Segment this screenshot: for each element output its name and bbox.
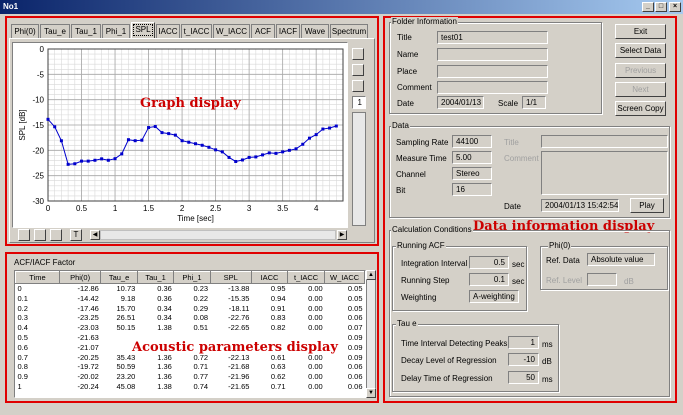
phi0-title: Phi(0) [548, 241, 572, 251]
running-step-field: 0.1 [469, 273, 509, 286]
delay-time-field: 50 [508, 371, 539, 384]
delay-time-unit: ms [542, 375, 553, 384]
folder-date-field: 2004/01/13 [437, 96, 484, 109]
data-title-field [541, 135, 668, 148]
scale-field: 1/1 [522, 96, 546, 109]
window-title: No1 [3, 2, 19, 11]
play-button[interactable]: Play [630, 198, 664, 213]
peaks-interval-unit: ms [542, 340, 553, 349]
screen-copy-button[interactable]: Screen Copy [615, 101, 666, 116]
folder-name-label: Name [397, 50, 419, 59]
bit-label: Bit [396, 186, 406, 195]
acoustic-parameters-frame [5, 252, 379, 403]
data-group-title: Data [391, 121, 410, 131]
measure-time-label: Measure Time [396, 154, 447, 163]
window-title-bar: No1 [0, 0, 683, 14]
folder-information-title: Folder Information [391, 17, 458, 27]
bit-field: 16 [452, 183, 492, 196]
acoustic-parameters-annotation: Acoustic parameters display [132, 340, 338, 355]
data-comment-label: Comment [504, 154, 539, 163]
running-acf-title: Running ACF [396, 241, 446, 251]
select-data-button[interactable]: Select Data [615, 43, 666, 58]
calculation-conditions-title: Calculation Conditions [391, 225, 473, 235]
data-date-field: 2004/01/13 15:42:54 [541, 199, 619, 212]
sampling-rate-field: 44100 [452, 135, 492, 148]
folder-title-field[interactable]: test01 [437, 31, 548, 44]
running-step-unit: sec [512, 277, 525, 286]
weighting-field: A-weighting [469, 290, 519, 303]
scale-label: Scale [498, 99, 519, 108]
graph-display-frame [5, 16, 379, 246]
folder-comment-field[interactable] [437, 81, 548, 94]
integration-unit: sec [512, 260, 525, 269]
folder-place-field[interactable] [437, 65, 548, 78]
delay-time-label: Delay Time of Regression [401, 374, 493, 383]
peaks-interval-field: 1 [508, 336, 539, 349]
ref-data-label: Ref. Data [546, 256, 580, 265]
data-title-label: Title [504, 138, 519, 147]
peaks-interval-label: Time Interval Detecting Peaks [401, 339, 508, 348]
next-button[interactable]: Next [615, 82, 666, 97]
folder-date-label: Date [397, 99, 414, 108]
graph-display-annotation: Graph display [140, 96, 241, 111]
decay-level-unit: dB [542, 357, 552, 366]
weighting-label: Weighting [401, 293, 437, 302]
integration-interval-field: 0.5 [469, 256, 509, 269]
ref-data-field: Absolute value [587, 253, 655, 266]
measure-time-field: 5.00 [452, 151, 492, 164]
decay-level-field: -10 [508, 353, 539, 366]
channel-label: Channel [396, 170, 426, 179]
folder-place-label: Place [397, 67, 418, 76]
maximize-icon[interactable]: □ [655, 2, 667, 12]
previous-button[interactable]: Previous [615, 63, 666, 78]
data-comment-field [541, 151, 668, 195]
decay-level-label: Decay Level of Regression [401, 356, 497, 365]
running-step-label: Running Step [401, 276, 450, 285]
ref-level-unit: dB [624, 277, 634, 286]
channel-field: Stereo [452, 167, 492, 180]
data-date-label: Date [504, 202, 521, 211]
exit-button[interactable]: Exit [615, 24, 666, 39]
folder-title-label: Title [397, 33, 412, 42]
minimize-icon[interactable]: _ [642, 2, 654, 12]
close-icon[interactable]: × [669, 2, 681, 12]
sampling-rate-label: Sampling Rate [396, 138, 449, 147]
folder-comment-label: Comment [397, 83, 432, 92]
integration-interval-label: Integration Interval [401, 259, 468, 268]
ref-level-label: Ref. Level [546, 276, 583, 285]
ref-level-field [587, 273, 617, 286]
tau-e-title: Tau e [396, 319, 418, 329]
folder-name-field[interactable] [437, 48, 548, 61]
